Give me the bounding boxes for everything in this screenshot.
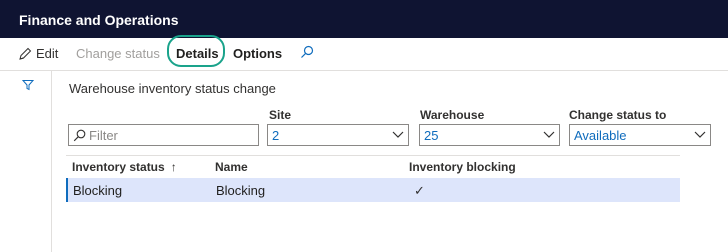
- grid-header: Inventory status ↑ Name Inventory blockin…: [66, 155, 680, 179]
- table-row[interactable]: Blocking Blocking ✓: [66, 178, 680, 202]
- sort-ascending-icon: ↑: [170, 160, 177, 174]
- change-status-to-label: Change status to: [569, 108, 667, 122]
- action-pane: Edit Change status Details Options: [0, 38, 728, 71]
- pencil-icon: [19, 47, 32, 60]
- site-label: Site: [269, 108, 292, 122]
- details-highlight-ring: [167, 35, 225, 67]
- filter-placeholder: Filter: [89, 128, 118, 143]
- search-icon: [73, 129, 86, 142]
- warehouse-dropdown[interactable]: 25: [419, 124, 560, 146]
- chevron-down-icon: [694, 131, 706, 138]
- site-value: 2: [272, 128, 280, 143]
- app-title: Finance and Operations: [19, 12, 179, 28]
- page-title: Warehouse inventory status change: [69, 81, 276, 96]
- checkmark-icon: ✓: [414, 183, 425, 198]
- search-icon[interactable]: [300, 45, 314, 63]
- warehouse-value: 25: [424, 128, 439, 143]
- chevron-down-icon: [543, 131, 555, 138]
- filter-pane-rail: [0, 71, 52, 252]
- funnel-icon[interactable]: [22, 79, 34, 91]
- warehouse-label: Warehouse: [420, 108, 485, 122]
- cell-inventory-status: Blocking: [73, 183, 123, 198]
- column-header-inventory-blocking[interactable]: Inventory blocking: [409, 160, 516, 174]
- app-header: Finance and Operations: [0, 0, 728, 38]
- options-button[interactable]: Options: [233, 46, 282, 64]
- change-status-to-value: Available: [574, 128, 627, 143]
- column-header-name[interactable]: Name: [215, 160, 248, 174]
- column-header-label: Inventory status: [72, 160, 165, 174]
- column-header-inventory-status[interactable]: Inventory status ↑: [72, 160, 177, 174]
- filter-input[interactable]: Filter: [68, 124, 259, 146]
- change-status-to-dropdown[interactable]: Available: [569, 124, 711, 146]
- chevron-down-icon: [392, 131, 404, 138]
- edit-label: Edit: [36, 46, 59, 61]
- cell-name: Blocking: [216, 183, 266, 198]
- site-dropdown[interactable]: 2: [267, 124, 409, 146]
- change-status-button[interactable]: Change status: [76, 46, 160, 64]
